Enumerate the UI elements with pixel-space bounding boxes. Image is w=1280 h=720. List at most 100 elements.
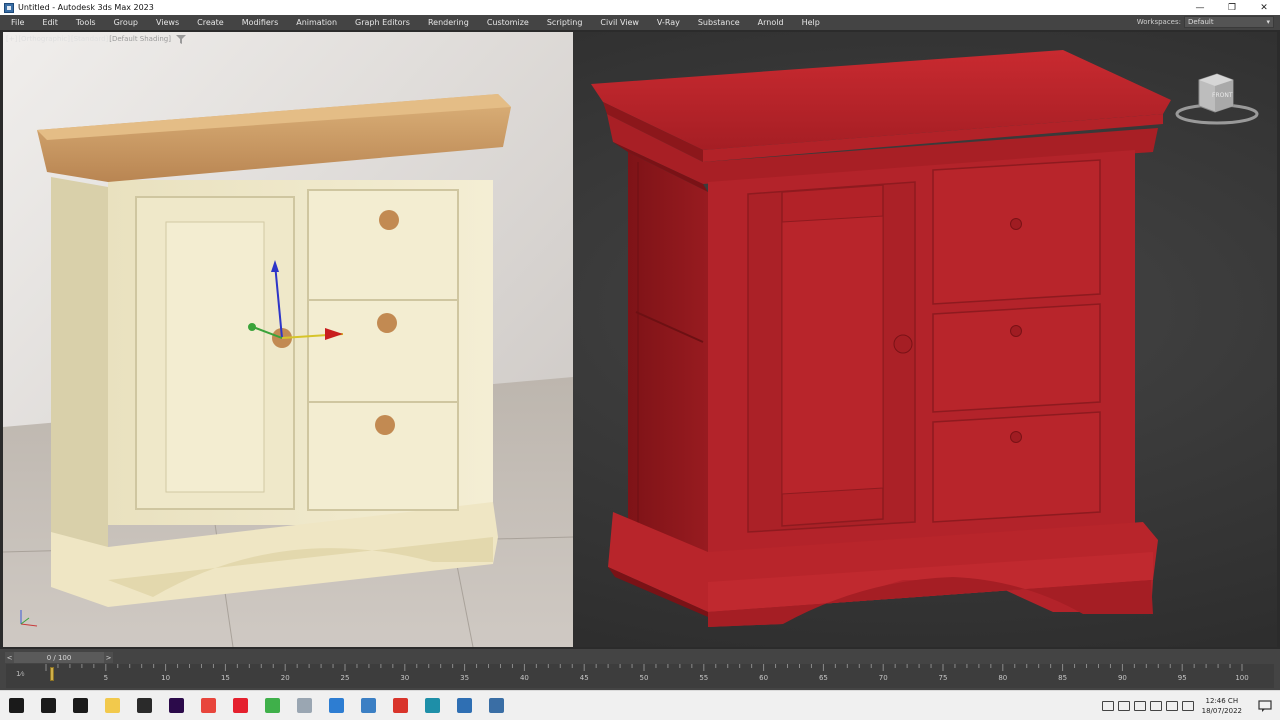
time-prev-button[interactable]: < <box>5 652 14 663</box>
chrome-icon <box>200 698 216 713</box>
clock-time: 12:46 CH <box>1205 697 1239 705</box>
search-button[interactable] <box>32 691 64 720</box>
premiere-icon <box>168 698 184 713</box>
tray-volume-icon[interactable] <box>1181 701 1194 711</box>
menu-vray[interactable]: V-Ray <box>648 18 689 27</box>
timeline-tick-label: 15 <box>221 674 230 682</box>
menu-scripting[interactable]: Scripting <box>538 18 592 27</box>
tray-shield-icon[interactable] <box>1133 701 1146 711</box>
workspaces-dropdown[interactable]: Default <box>1184 16 1274 28</box>
chrome-button[interactable] <box>192 691 224 720</box>
window-app-icon <box>488 698 504 713</box>
workspaces-control: Workspaces: Default <box>1137 16 1274 28</box>
timeline-tick-label: 30 <box>400 674 409 682</box>
app-pen-button[interactable] <box>288 691 320 720</box>
menu-create[interactable]: Create <box>188 18 233 27</box>
taskbar-apps <box>0 691 512 720</box>
viewport-standard-menu[interactable]: [Standard] <box>71 35 108 44</box>
obs-icon <box>136 698 152 713</box>
windows-start-button[interactable] <box>0 691 32 720</box>
timeline-tick-label: 70 <box>879 674 888 682</box>
app-window: Untitled - Autodesk 3ds Max 2023 — ❐ ✕ F… <box>0 0 1280 720</box>
app-green-button[interactable] <box>256 691 288 720</box>
tray-wifi-icon[interactable] <box>1149 701 1162 711</box>
time-slider-value[interactable]: 0 / 100 <box>14 652 104 663</box>
menu-views[interactable]: Views <box>147 18 188 27</box>
viewport-label: [+] [Orthographic] [Standard] [Default S… <box>6 35 186 44</box>
viewcube[interactable]: FRONT <box>1169 70 1264 130</box>
timeline-tick-label: 55 <box>699 674 708 682</box>
viewport-plus-menu[interactable]: [+] <box>6 35 17 44</box>
windows-taskbar: 12:46 CH 18/07/2022 <box>0 690 1280 720</box>
cabinet-model[interactable] <box>3 32 1277 647</box>
timeline-tick-label: 75 <box>939 674 948 682</box>
menu-help[interactable]: Help <box>793 18 829 27</box>
menu-arnold[interactable]: Arnold <box>749 18 793 27</box>
close-button[interactable]: ✕ <box>1248 0 1280 15</box>
track-bar[interactable]: 1⁄₀ 5 10 15 20 25 30 35 40 45 50 55 60 65 70 75 80 85 90 9… <box>6 664 1274 688</box>
calculator-button[interactable] <box>352 691 384 720</box>
3dsmax-app-icon <box>4 2 14 13</box>
menu-modifiers[interactable]: Modifiers <box>233 18 288 27</box>
minimize-button[interactable]: — <box>1184 0 1216 15</box>
menu-edit[interactable]: Edit <box>33 18 67 27</box>
menu-bar: File Edit Tools Group Views Create Modif… <box>0 15 1280 30</box>
window-title: Untitled - Autodesk 3ds Max 2023 <box>18 3 154 12</box>
menu-file[interactable]: File <box>0 18 33 27</box>
window-app-button[interactable] <box>480 691 512 720</box>
filter-icon[interactable] <box>175 35 186 44</box>
photos-icon <box>456 698 472 713</box>
window-controls: — ❐ ✕ <box>1184 0 1280 15</box>
timeline-tick-label: 20 <box>281 674 290 682</box>
3dsmax-button[interactable] <box>416 691 448 720</box>
obs-button[interactable] <box>128 691 160 720</box>
menu-animation[interactable]: Animation <box>287 18 346 27</box>
app-green-icon <box>264 698 280 713</box>
cloud-app-button[interactable] <box>384 691 416 720</box>
perspective-viewport[interactable]: [+] [Orthographic] [Standard] [Default S… <box>3 32 1277 647</box>
timeline-tick-label: 25 <box>341 674 350 682</box>
taskbar-clock[interactable]: 12:46 CH 18/07/2022 <box>1202 696 1242 716</box>
tray-monitor-icon[interactable] <box>1101 701 1114 711</box>
timeline-tick-label: 65 <box>819 674 828 682</box>
menu-tools[interactable]: Tools <box>67 18 105 27</box>
notification-button[interactable] <box>1250 691 1280 720</box>
windows-start-icon <box>8 698 24 713</box>
tray-notepad-icon[interactable] <box>1165 701 1178 711</box>
timeline-tick-label: 60 <box>759 674 768 682</box>
system-tray: 12:46 CH 18/07/2022 <box>1100 691 1280 720</box>
menu-group[interactable]: Group <box>105 18 147 27</box>
restore-button[interactable]: ❐ <box>1216 0 1248 15</box>
timeline-ticks: 5 10 15 20 25 30 35 40 45 50 55 60 65 70 75 80 85 90 95 100 <box>45 664 1249 682</box>
menu-rendering[interactable]: Rendering <box>419 18 478 27</box>
timeline-tick-label: 35 <box>460 674 469 682</box>
tray-app-icon[interactable] <box>1117 701 1130 711</box>
timeline-tick-label: 85 <box>1058 674 1067 682</box>
photos-button[interactable] <box>448 691 480 720</box>
timeline-tick-label: 10 <box>161 674 170 682</box>
menu-customize[interactable]: Customize <box>478 18 538 27</box>
timeline-tick-label: 45 <box>580 674 589 682</box>
viewport-shading-menu[interactable]: [Default Shading] <box>109 35 171 44</box>
clock-date: 18/07/2022 <box>1201 707 1242 715</box>
timeline-tick-label: 40 <box>520 674 529 682</box>
task-view-icon <box>72 698 88 713</box>
menu-civil-view[interactable]: Civil View <box>591 18 648 27</box>
premiere-button[interactable] <box>160 691 192 720</box>
app-pen-icon <box>296 698 312 713</box>
menu-graph-editors[interactable]: Graph Editors <box>346 18 419 27</box>
title-bar: Untitled - Autodesk 3ds Max 2023 — ❐ ✕ <box>0 0 1280 15</box>
workspaces-label: Workspaces: <box>1136 18 1181 26</box>
opera-button[interactable] <box>224 691 256 720</box>
timeline-tick-label: 100 <box>1235 674 1248 682</box>
viewport-view-menu[interactable]: [Orthographic] <box>18 35 70 44</box>
app-blue-circle-button[interactable] <box>320 691 352 720</box>
file-explorer-button[interactable] <box>96 691 128 720</box>
cloud-app-icon <box>392 698 408 713</box>
timeline-tick-label: 50 <box>640 674 649 682</box>
task-view-button[interactable] <box>64 691 96 720</box>
time-next-button[interactable]: > <box>104 652 113 663</box>
menu-substance[interactable]: Substance <box>689 18 749 27</box>
timeline-tick-label: 80 <box>998 674 1007 682</box>
time-slider[interactable]: < 0 / 100 > <box>5 652 113 663</box>
